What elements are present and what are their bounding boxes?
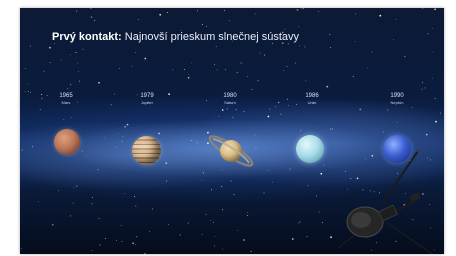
- slide[interactable]: Prvý kontakt: Najnovší prieskum slnečnej…: [20, 8, 444, 254]
- voyager-probe-icon[interactable]: [20, 8, 444, 254]
- presentation-canvas: Prvý kontakt: Najnovší prieskum slnečnej…: [0, 0, 456, 256]
